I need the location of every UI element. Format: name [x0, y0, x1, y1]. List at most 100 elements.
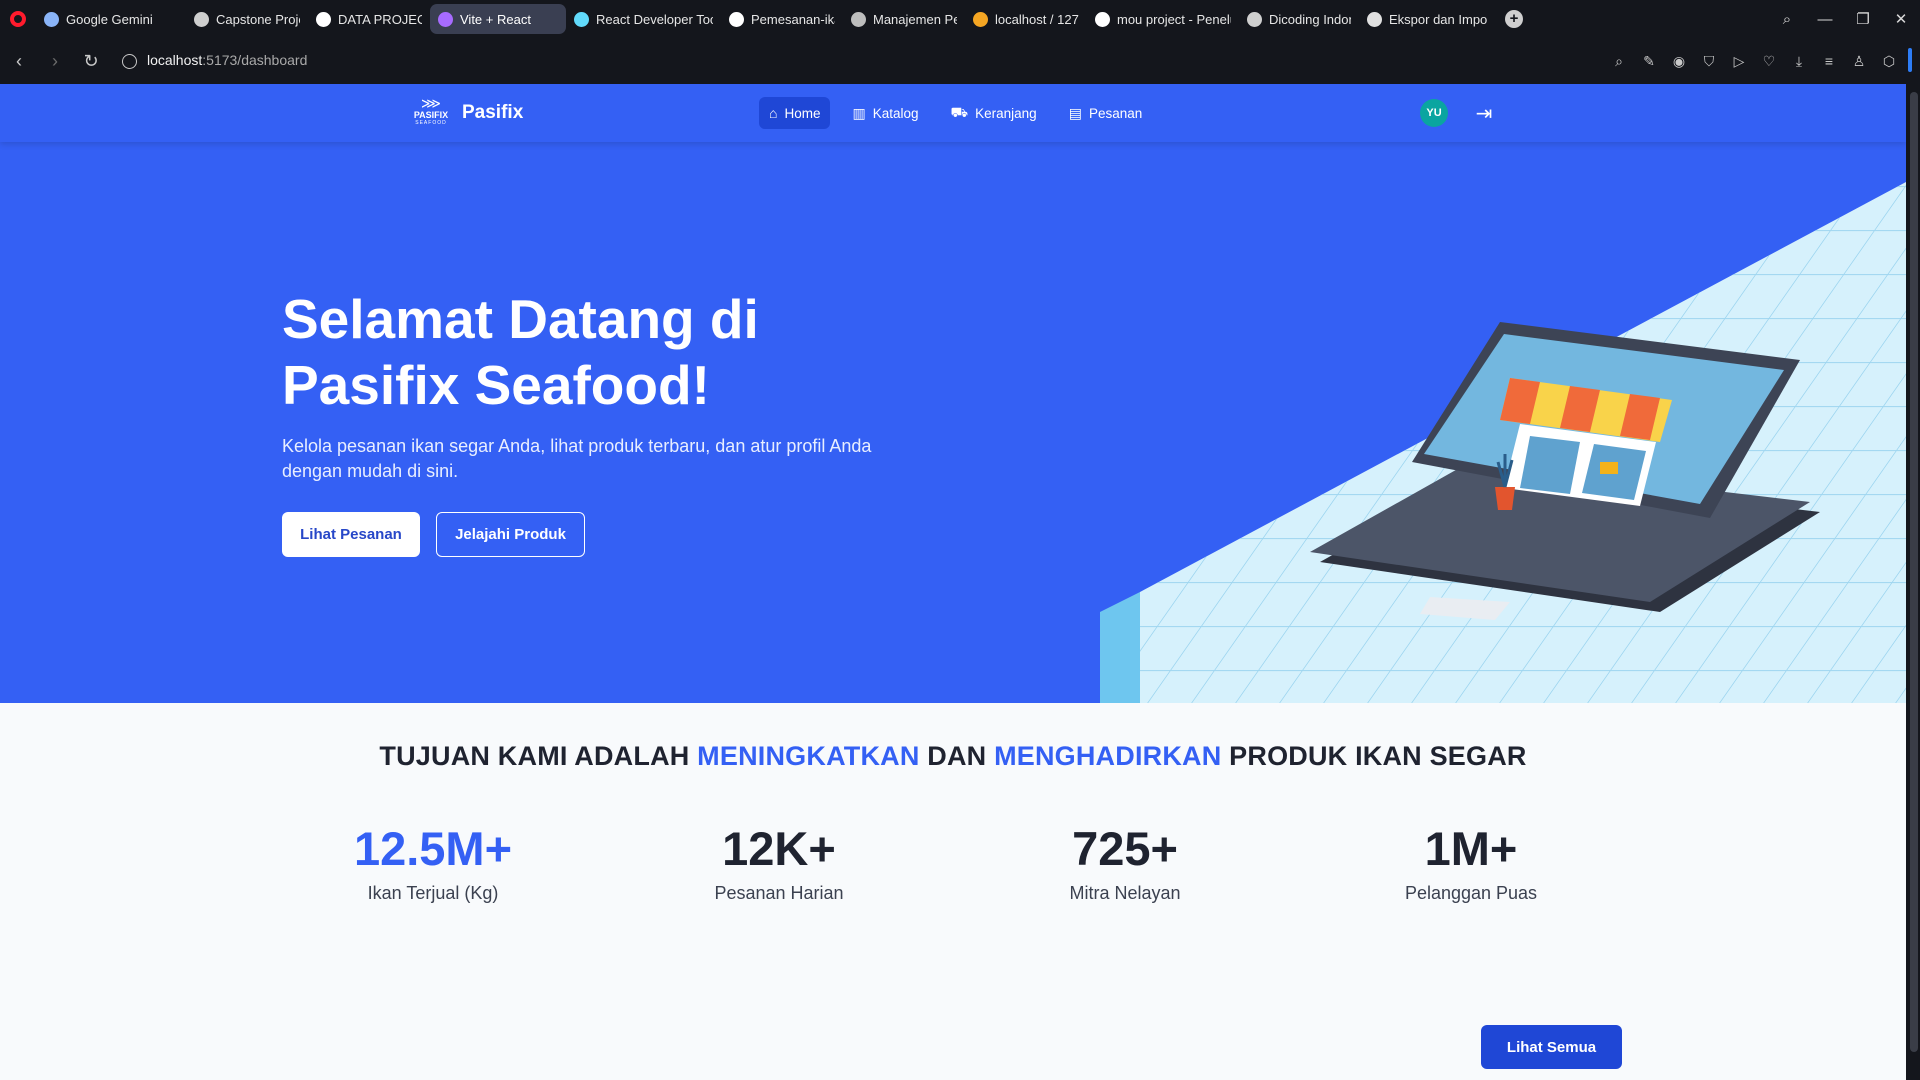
- phpmyadmin-icon: [973, 11, 988, 27]
- browser-tab[interactable]: Manajemen Pesanan -: [843, 4, 965, 34]
- zoom-icon[interactable]: ⌕: [1610, 52, 1628, 70]
- tab-title: Vite + React: [460, 11, 531, 27]
- search-tabs-icon[interactable]: ⌕: [1768, 0, 1806, 38]
- browser-tab[interactable]: Ekspor dan Impor Fung: [1359, 4, 1495, 34]
- new-tab-icon[interactable]: +: [1505, 10, 1523, 28]
- stat-label: Pelanggan Puas: [1404, 883, 1538, 903]
- forward-icon[interactable]: ›: [38, 44, 72, 78]
- mission-text: DAN: [919, 741, 995, 771]
- browser-tab[interactable]: Pemesanan-ikan-Backe: [721, 4, 843, 34]
- nav-item-label: Pesanan: [1088, 105, 1143, 121]
- gemini-icon: [44, 11, 59, 27]
- nav-item-label: Katalog: [872, 105, 919, 121]
- nav-item-pesanan[interactable]: ▤ Pesanan: [1059, 97, 1153, 129]
- view-orders-button[interactable]: Lihat Pesanan: [282, 512, 420, 557]
- url-path: :5173/dashboard: [202, 52, 308, 68]
- react-icon: [574, 11, 589, 27]
- stats-section: TUJUAN KAMI ADALAH MENINGKATKAN DAN MENG…: [0, 703, 1906, 1080]
- download-icon[interactable]: ⤓: [1790, 52, 1808, 70]
- tab-title: Ekspor dan Impor Fung: [1389, 11, 1487, 27]
- site-info-icon[interactable]: [122, 53, 137, 69]
- profile-icon[interactable]: ♙: [1850, 52, 1868, 70]
- browser-tab[interactable]: Capstone Project - Aca: [186, 4, 308, 34]
- laptop-shop-illustration: [1100, 182, 1906, 703]
- stat-fisher-partners: 725+ Mitra Nelayan: [975, 821, 1275, 904]
- play-icon[interactable]: ▷: [1730, 52, 1748, 70]
- tab-title: Manajemen Pesanan -: [873, 11, 957, 27]
- browser-tab-bar: Google Gemini Capstone Project - Aca DATA …: [0, 0, 1920, 38]
- menu-icon[interactable]: ≡: [1820, 52, 1838, 70]
- store-icon: ▥: [852, 104, 866, 121]
- nav-item-home[interactable]: ⌂ Home: [759, 97, 831, 129]
- tab-title: localhost / 127.0.0.1 /: [995, 11, 1079, 27]
- url-host: localhost: [147, 52, 203, 68]
- see-all-button[interactable]: Lihat Semua: [1481, 1025, 1622, 1069]
- tab-title: Pemesanan-ikan-Backe: [751, 11, 835, 27]
- tab-title: mou project - Penelusu: [1117, 11, 1231, 27]
- pasifix-logo: ⋙ PASIFIX SEAFOOD: [410, 96, 452, 130]
- tab-title: React Developer Tools: [596, 11, 713, 27]
- tab-title: DATA PROJECT 2024 /: [338, 11, 422, 27]
- avatar[interactable]: YU: [1420, 99, 1448, 127]
- browser-tab[interactable]: DATA PROJECT 2024 /: [308, 4, 430, 34]
- back-icon[interactable]: ‹: [2, 44, 36, 78]
- stat-value: 1M+: [1424, 822, 1518, 875]
- mission-text: TUJUAN KAMI ADALAH: [379, 741, 698, 771]
- logout-icon[interactable]: ⇥: [1470, 99, 1498, 127]
- extensions-icon[interactable]: ⬡: [1880, 52, 1898, 70]
- google-icon: [1095, 11, 1110, 27]
- logo-subtext: SEAFOOD: [415, 120, 447, 126]
- camera-icon[interactable]: ◉: [1670, 52, 1688, 70]
- browser-tab[interactable]: localhost / 127.0.0.1 /: [965, 4, 1087, 34]
- hero-section: Selamat Datang di Pasifix Seafood! Kelol…: [0, 142, 1906, 703]
- page-viewport: ⋙ PASIFIX SEAFOOD Pasifix ⌂ Home ▥ Katal…: [0, 84, 1906, 1080]
- nav-item-katalog[interactable]: ▥ Katalog: [842, 97, 928, 129]
- browser-tab[interactable]: Google Gemini: [36, 4, 186, 34]
- browser-tab[interactable]: Dicoding Indonesia: [1239, 4, 1359, 34]
- browser-tab[interactable]: Vite + React: [430, 4, 566, 34]
- restore-icon[interactable]: ❐: [1844, 0, 1882, 38]
- page-scrollbar[interactable]: [1910, 92, 1918, 1052]
- edit-icon[interactable]: ✎: [1640, 52, 1658, 70]
- stat-daily-orders: 12K+ Pesanan Harian: [629, 821, 929, 904]
- mission-highlight: MENGHADIRKAN: [994, 741, 1222, 771]
- stat-value: 12K+: [722, 822, 836, 875]
- brand[interactable]: ⋙ PASIFIX SEAFOOD Pasifix: [410, 96, 523, 130]
- doc-icon: [851, 11, 866, 27]
- sidebar-accent: [1908, 48, 1912, 72]
- nav-item-label: Home: [784, 105, 821, 121]
- url-field[interactable]: localhost:5173/dashboard: [122, 52, 307, 70]
- browser-tab[interactable]: mou project - Penelusu: [1087, 4, 1239, 34]
- logo-text: PASIFIX: [413, 110, 449, 120]
- stat-happy-customers: 1M+ Pelanggan Puas: [1321, 821, 1621, 904]
- opera-logo-icon[interactable]: [0, 0, 36, 38]
- brand-name: Pasifix: [462, 102, 524, 123]
- mission-heading: TUJUAN KAMI ADALAH MENINGKATKAN DAN MENG…: [0, 741, 1906, 772]
- close-window-icon[interactable]: ✕: [1882, 0, 1920, 38]
- vite-icon: [438, 11, 453, 27]
- fish-icon: ⋙: [421, 95, 441, 111]
- github-icon: [729, 11, 744, 27]
- stat-value: 12.5M+: [353, 822, 513, 875]
- reload-icon[interactable]: ↻: [74, 44, 108, 78]
- stat-value: 725+: [1072, 822, 1178, 875]
- stat-label: Ikan Terjual (Kg): [367, 883, 499, 903]
- tab-title: Dicoding Indonesia: [1269, 11, 1351, 27]
- dicoding-icon: [1247, 11, 1262, 27]
- heart-icon[interactable]: ♡: [1760, 52, 1778, 70]
- window-controls: ⌕ — ❐ ✕: [1768, 0, 1920, 38]
- stat-label: Mitra Nelayan: [1069, 883, 1181, 903]
- home-icon: ⌂: [769, 105, 778, 121]
- site-navbar: ⋙ PASIFIX SEAFOOD Pasifix ⌂ Home ▥ Katal…: [0, 84, 1906, 142]
- explore-products-button[interactable]: Jelajahi Produk: [436, 512, 585, 557]
- nav-item-label: Keranjang: [975, 105, 1037, 121]
- shield-icon[interactable]: ⛉: [1700, 52, 1718, 70]
- browser-tab[interactable]: React Developer Tools: [566, 4, 721, 34]
- tab-strip: Google Gemini Capstone Project - Aca DATA …: [36, 0, 1495, 38]
- minimize-icon[interactable]: —: [1806, 0, 1844, 38]
- address-bar: ‹ › ↻ localhost:5173/dashboard ⌕ ✎ ◉ ⛉ ▷…: [0, 38, 1920, 84]
- nav-item-keranjang[interactable]: ⛟ Keranjang: [941, 97, 1047, 129]
- stat-label: Pesanan Harian: [714, 883, 844, 903]
- cart-icon: ⛟: [950, 103, 969, 120]
- hero-subtitle: Kelola pesanan ikan segar Anda, lihat pr…: [282, 436, 872, 481]
